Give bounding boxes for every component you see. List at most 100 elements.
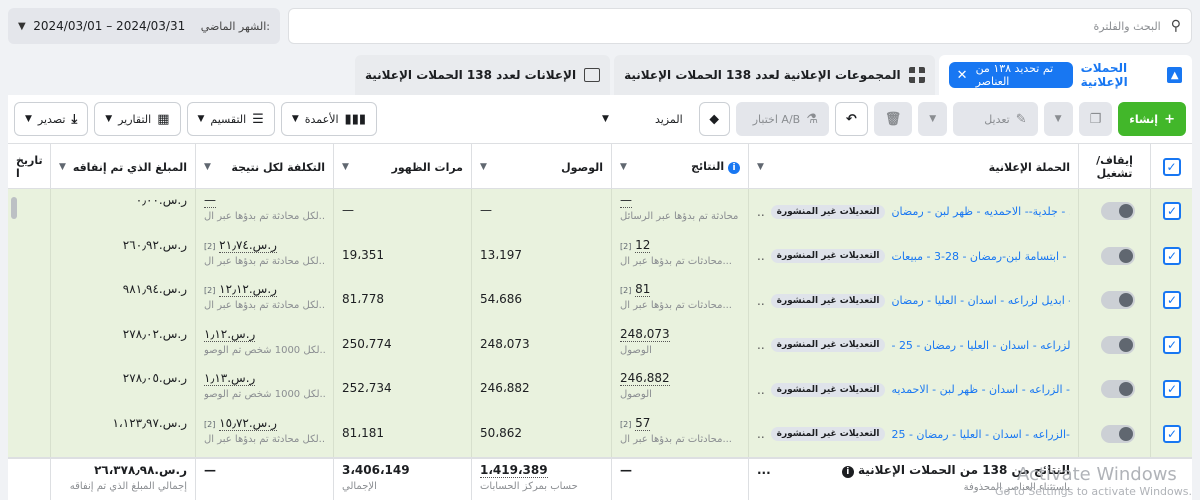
- selection-chip[interactable]: ✕ تم تحديد ١٣٨ من العناصر: [948, 62, 1073, 88]
- table-row[interactable]: ر.س.٢٦٠٫٩٢ [2] ر.س.٢١٫٧٤ لكل محادثة تم ب…: [8, 233, 1192, 279]
- search-input[interactable]: البحث والفلترة ⚲: [288, 8, 1192, 44]
- col-impressions[interactable]: ▼ مرات الظهور: [333, 144, 471, 190]
- col-end-date[interactable]: تاريخ ا: [8, 144, 50, 190]
- unpublished-edits-badge[interactable]: التعديلات غير المنشورة: [770, 427, 886, 441]
- campaign-name-link[interactable]: جلدية-- الاحمديه - ظهر لبن - رمضان - ...: [891, 205, 1070, 218]
- table-header: تاريخ ا ▼ المبلغ الذي تم إنفاقه ▼ التكلف…: [8, 143, 1192, 190]
- campaign-name-link[interactable]: ابديل لزراعه - اسدان - العليا - رمضان - …: [891, 294, 1070, 307]
- date-range-picker[interactable]: ▼ 2024/03/01 – 2024/03/31 الشهر الماضي:: [8, 8, 280, 44]
- results-value[interactable]: 246،882: [620, 371, 670, 386]
- results-footnote: [2]: [620, 241, 632, 251]
- col-toggle[interactable]: إيقاف/ تشغيل: [1078, 144, 1150, 190]
- unpublished-edits-badge[interactable]: التعديلات غير المنشورة: [770, 249, 886, 263]
- reports-button[interactable]: ▼ التقارير ▦: [94, 102, 181, 136]
- breakdown-button[interactable]: ▼ التقسيم ☰: [186, 102, 275, 136]
- unpublished-edits-badge[interactable]: التعديلات غير المنشورة: [770, 204, 886, 219]
- campaign-toggle[interactable]: [1101, 246, 1135, 265]
- results-value[interactable]: 248،073: [620, 326, 670, 342]
- export-button[interactable]: ▼ تصدير ⤓: [14, 102, 89, 136]
- results-value[interactable]: 57: [635, 415, 651, 431]
- tab-adsets[interactable]: المجموعات الإعلانية لعدد 138 الحملات الإ…: [614, 55, 935, 95]
- row-more-dots[interactable]: ..: [757, 249, 765, 263]
- selection-chip-label: تم تحديد ١٣٨ من العناصر: [975, 62, 1054, 88]
- duplicate-icon: ❐: [1089, 111, 1102, 127]
- delete-button[interactable]: 🗑: [873, 102, 913, 136]
- impressions-cell: 252،734: [333, 367, 471, 412]
- tag-button[interactable]: ⬥: [698, 102, 730, 136]
- col-cost-per-result[interactable]: ▼ التكلفة لكل نتيجة: [195, 144, 333, 190]
- duplicate-button[interactable]: ❐: [1078, 102, 1113, 136]
- info-icon[interactable]: i: [841, 466, 854, 478]
- tab-ads[interactable]: الإعلانات لعدد 138 الحملات الإعلانية: [355, 55, 611, 95]
- campaign-toggle[interactable]: [1101, 202, 1135, 220]
- spent-cell: ر.س.٢٧٨٫٠٥: [50, 367, 195, 412]
- campaign-name-link[interactable]: الزراعه - اسدان - العليا - رمضان - 25-..…: [891, 428, 1070, 441]
- table-row[interactable]: ر.س.٩٨١٫٩٤ [2] ر.س.١٢٫١٢ لكل محادثة تم ب…: [8, 278, 1192, 323]
- cost-per-result[interactable]: ر.س.٢١٫٧٤: [219, 237, 277, 253]
- results-value[interactable]: 12: [635, 237, 651, 253]
- cost-sub: لكل محادثة تم بدؤها عبر ال...: [204, 300, 325, 311]
- row-more-dots[interactable]: ..: [757, 205, 765, 219]
- results-value[interactable]: —: [620, 193, 632, 208]
- col-select-all: ✓: [1150, 144, 1192, 190]
- table-row[interactable]: ر.س.٠٫٠٠ — لكل محادثة تم بدؤها عبر ال...…: [8, 189, 1192, 234]
- edit-button[interactable]: تعديل ✎: [953, 102, 1038, 136]
- total-more-dots[interactable]: ...: [757, 463, 771, 478]
- campaign-cell: .. التعديلات غير المنشورة - الزراعه - اس…: [748, 322, 1078, 368]
- total-reach[interactable]: 1،419،389: [480, 463, 548, 478]
- ab-test-button[interactable]: اختبار A/B ⚗: [735, 102, 829, 136]
- campaign-name-link[interactable]: الزراعه - اسدان - ظهر لبن - الاحمديه - .…: [891, 383, 1070, 396]
- chevron-down-icon: ▼: [59, 162, 66, 172]
- col-reach[interactable]: ▼ الوصول: [471, 144, 611, 190]
- undo-button[interactable]: ↶: [834, 102, 868, 136]
- create-button[interactable]: إنشاء +: [1118, 102, 1186, 136]
- tab-campaigns[interactable]: ✕ تم تحديد ١٣٨ من العناصر الحملات الإعلا…: [938, 55, 1192, 95]
- unpublished-edits-badge[interactable]: التعديلات غير المنشورة: [770, 338, 886, 352]
- table-row[interactable]: ر.س.٢٧٨٫٠٥ ر.س.١٫١٣ لكل 1000 شخص تم الوص…: [8, 367, 1192, 412]
- col-amount-spent[interactable]: ▼ المبلغ الذي تم إنفاقه: [50, 144, 195, 190]
- duplicate-dropdown-button[interactable]: ▼: [1043, 102, 1073, 136]
- select-all-checkbox[interactable]: ✓: [1162, 158, 1181, 176]
- cost-per-result[interactable]: ر.س.١٢٫١٢: [219, 282, 277, 297]
- row-more-dots[interactable]: ..: [757, 427, 765, 441]
- table-row[interactable]: ر.س.١،١٢٣٫٩٧ [2] ر.س.١٥٫٧٢ لكل محادثة تم…: [8, 411, 1192, 457]
- row-checkbox[interactable]: ✓: [1163, 202, 1181, 220]
- spent-cell: ر.س.٩٨١٫٩٤: [50, 278, 195, 323]
- unpublished-edits-badge[interactable]: التعديلات غير المنشورة: [770, 382, 886, 397]
- col-results[interactable]: ▼ النتائج i: [611, 144, 748, 190]
- table-row[interactable]: ر.س.٢٧٨٫٠٢ ر.س.١٫١٢ لكل 1000 شخص تم الوص…: [8, 322, 1192, 368]
- total-impressions: 3،406،149: [342, 463, 410, 477]
- campaign-name-link[interactable]: ابتسامة لبن-رمضان - 28-3 - مبيعات - - ..…: [891, 250, 1070, 263]
- campaign-name-link[interactable]: - الزراعه - اسدان - العليا - رمضان - 25.…: [891, 339, 1070, 352]
- cost-per-result[interactable]: ر.س.١٫١٣: [204, 371, 256, 386]
- breakdown-label: التقسيم: [210, 112, 247, 126]
- campaign-cell: .. التعديلات غير المنشورة ابديل لزراعه -…: [748, 278, 1078, 323]
- campaign-toggle[interactable]: [1101, 380, 1135, 398]
- row-checkbox[interactable]: ✓: [1163, 424, 1181, 443]
- impressions-cell: 19،351: [333, 233, 471, 279]
- campaign-toggle[interactable]: [1101, 424, 1135, 443]
- campaign-toggle[interactable]: [1101, 335, 1135, 354]
- col-campaign[interactable]: ▼ الحملة الإعلانية: [748, 144, 1078, 190]
- results-value[interactable]: 81: [635, 282, 651, 297]
- row-more-dots[interactable]: ..: [757, 338, 765, 352]
- unpublished-edits-badge[interactable]: التعديلات غير المنشورة: [770, 293, 886, 308]
- more-button[interactable]: ▼ المزيد: [592, 102, 693, 136]
- cost-per-result[interactable]: —: [204, 193, 216, 208]
- row-checkbox[interactable]: ✓: [1163, 246, 1181, 265]
- results-cell: [2] 81 محادثات تم بدؤها عبر ال...: [611, 278, 748, 323]
- row-more-dots[interactable]: ..: [757, 383, 765, 397]
- chevron-down-icon: ▼: [18, 20, 26, 32]
- cost-per-result[interactable]: ر.س.١٫١٢: [204, 326, 256, 342]
- chevron-down-icon: ▼: [480, 162, 487, 172]
- row-more-dots[interactable]: ..: [757, 294, 765, 308]
- edit-dropdown-button[interactable]: ▼: [918, 102, 948, 136]
- info-icon[interactable]: i: [728, 162, 740, 174]
- row-checkbox[interactable]: ✓: [1163, 291, 1181, 309]
- columns-button[interactable]: ▼ الأعمدة ▮▮▮: [280, 102, 378, 136]
- close-icon[interactable]: ✕: [957, 68, 968, 83]
- row-checkbox[interactable]: ✓: [1163, 380, 1181, 398]
- cost-per-result[interactable]: ر.س.١٥٫٧٢: [219, 415, 277, 431]
- campaign-toggle[interactable]: [1101, 291, 1135, 309]
- row-checkbox[interactable]: ✓: [1163, 335, 1181, 354]
